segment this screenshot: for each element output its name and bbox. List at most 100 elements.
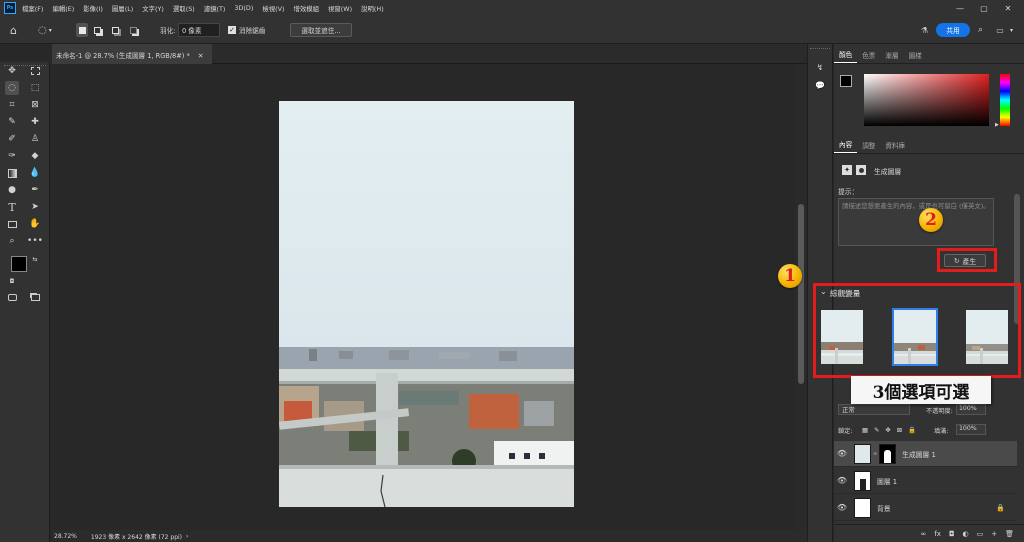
home-icon[interactable]: ⌂ [10,23,17,37]
scrollbar-thumb[interactable] [798,204,804,384]
tab-color[interactable]: 顏色 [834,49,858,63]
status-arrow-icon[interactable]: › [186,533,188,540]
select-and-mask-button[interactable]: 選取並遮住... [290,23,352,37]
menu-type[interactable]: 文字(Y) [142,4,164,13]
foreground-color-swatch[interactable] [11,256,27,272]
fill-input[interactable]: 100% [956,424,986,435]
color-panel-tabs: 顏色 色票 漸層 圖樣 [834,50,1024,64]
menu-layer[interactable]: 圖層(L) [112,4,133,13]
dodge-tool-icon[interactable]: ● [5,183,19,197]
marquee-tool-icon[interactable] [28,64,42,78]
menu-image[interactable]: 影像(I) [83,4,103,13]
new-selection-icon[interactable] [76,23,88,37]
hand-tool-icon[interactable]: ✋ [28,217,42,231]
close-window-button[interactable]: ✕ [996,0,1020,16]
zoom-level[interactable]: 28.72% [54,533,77,540]
move-tool-icon[interactable]: ✥ [5,64,19,78]
visibility-eye-icon[interactable]: 👁 [834,449,850,458]
opacity-input[interactable]: 100% [956,404,986,415]
screen-mode-icon[interactable] [28,290,42,304]
default-colors-icon[interactable]: ◘ [5,274,19,288]
comments-panel-icon[interactable]: 💬 [813,78,827,92]
document-tab[interactable]: 未命名-1 @ 28.7% (生成圖層 1, RGB/8#) * ✕ [52,44,212,64]
link-layers-icon[interactable]: ∞ [921,530,927,538]
new-layer-icon[interactable]: + [991,530,997,538]
prompt-textarea[interactable]: 請描述您想要產生的內容，或是也可留白 (僅英文)。 [838,198,994,246]
menu-plugins[interactable]: 增效模組 [293,4,319,13]
menu-file[interactable]: 檔案(F) [22,4,43,13]
menu-select[interactable]: 選取(S) [173,4,195,13]
path-selection-icon[interactable]: ➤ [28,200,42,214]
menu-3d[interactable]: 3D(D) [234,4,253,12]
gradient-tool-icon[interactable] [5,166,19,180]
object-selection-icon[interactable]: ⬚ [28,81,42,95]
tab-libraries[interactable]: 資料庫 [880,140,910,153]
frame-tool-icon[interactable]: ⊠ [28,98,42,112]
menu-edit[interactable]: 編輯(E) [52,4,74,13]
clone-stamp-icon[interactable]: ♙ [28,132,42,146]
search-icon[interactable]: ⌕ [978,23,983,37]
blend-mode-select[interactable]: 正常 [838,404,910,415]
layer-name[interactable]: 圖層 1 [877,476,897,486]
tab-properties[interactable]: 內容 [834,139,858,153]
brush-tool-icon[interactable]: ✐ [5,132,19,146]
menu-filter[interactable]: 濾鏡(T) [204,4,226,13]
adjustment-layer-icon[interactable]: ◐ [963,530,969,538]
lasso-tool-icon[interactable]: ◌ ▾ [38,23,52,37]
intersect-selection-icon[interactable] [130,23,137,37]
new-group-icon[interactable]: ▭ [977,530,984,538]
more-tools-icon[interactable]: ••• [27,234,43,248]
delete-layer-icon[interactable]: 🗑 [1005,530,1014,538]
hue-slider[interactable] [1000,74,1010,126]
visibility-eye-icon[interactable]: 👁 [834,503,850,512]
document-dimensions: 1923 像素 x 2642 像素 (72 ppi) [90,533,183,541]
menu-view[interactable]: 檢視(V) [262,4,284,13]
subtract-selection-icon[interactable] [112,23,119,37]
workspace-dropdown-icon[interactable]: ▾ [1010,23,1013,37]
layer-name[interactable]: 生成圖層 1 [902,449,936,459]
antialias-checkbox[interactable]: ✓ 消除鋸齒 [228,23,265,37]
close-tab-icon[interactable]: ✕ [198,52,204,60]
tab-patterns[interactable]: 圖樣 [904,50,927,63]
swap-colors-icon[interactable]: ⇆ [28,252,42,266]
eraser-tool-icon[interactable]: ◆ [28,149,42,163]
quick-mask-icon[interactable] [5,290,19,304]
history-brush-icon[interactable]: ✑ [5,149,19,163]
crop-tool-icon[interactable]: ⌗ [5,98,19,112]
minimize-button[interactable]: — [948,0,972,16]
add-mask-icon[interactable]: ◘ [949,530,955,538]
tab-swatches[interactable]: 色票 [857,50,880,63]
blur-tool-icon[interactable]: 💧 [28,166,42,180]
photoshop-logo[interactable]: Ps [4,2,16,14]
workspace-icon[interactable]: ▭ [994,23,1006,37]
share-button[interactable]: 共用 [936,23,970,37]
layer-row-layer1[interactable]: 👁 圖層 1 [834,468,1017,494]
eyedropper-tool-icon[interactable]: ✎ [5,115,19,129]
layer-name[interactable]: 背景 [877,503,891,513]
maximize-button[interactable]: ▢ [972,0,996,16]
tab-adjustments[interactable]: 調整 [857,140,880,153]
visibility-eye-icon[interactable]: 👁 [834,476,850,485]
healing-brush-icon[interactable]: ✚ [28,115,42,129]
layer-row-generative[interactable]: 👁 ∞ 生成圖層 1 [834,441,1017,467]
menu-help[interactable]: 說明(H) [361,4,384,13]
tab-gradients[interactable]: 漸層 [880,50,903,63]
lasso-tool-icon[interactable]: ◌ [5,81,19,95]
document-canvas[interactable] [279,101,574,507]
feather-input[interactable]: 0 像素 [178,23,220,37]
type-tool-icon[interactable]: T [5,200,19,214]
rectangle-tool-icon[interactable] [5,217,19,231]
add-selection-icon[interactable] [94,23,101,37]
color-picker-field[interactable] [864,74,989,126]
pen-tool-icon[interactable]: ✒ [28,183,42,197]
zoom-tool-icon[interactable]: ⌕ [5,234,19,248]
color-fg-swatch[interactable] [840,75,852,87]
canvas-vertical-scrollbar[interactable] [795,64,807,530]
flask-icon[interactable]: ⚗ [921,23,928,37]
lock-icons[interactable]: ▦✎✥⊠🔒 [862,426,922,434]
fx-icon[interactable]: fx [934,530,941,538]
history-panel-icon[interactable]: ↯ [813,60,827,74]
menu-window[interactable]: 視窗(W) [328,4,352,13]
hue-slider-handle-icon[interactable]: ▶ [995,122,999,128]
layer-row-background[interactable]: 👁 背景 🔒 [834,495,1017,521]
